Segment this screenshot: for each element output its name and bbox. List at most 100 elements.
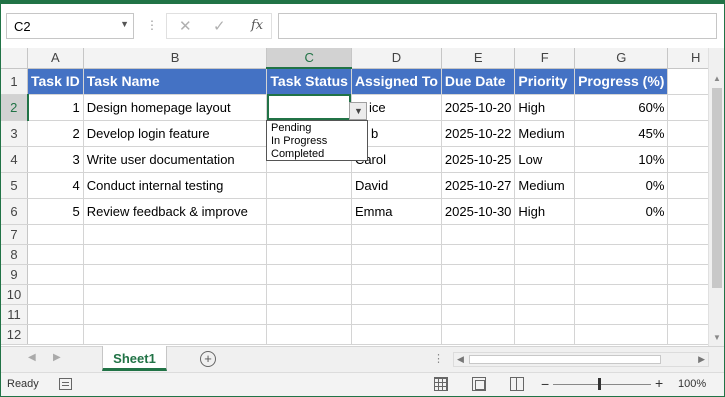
dropdown-option-in-progress[interactable]: In Progress — [271, 135, 363, 148]
cell[interactable]: Task Status — [266, 68, 352, 95]
insert-function-icon[interactable]: fx — [251, 18, 263, 33]
prev-sheet-icon[interactable]: ◀ — [28, 352, 36, 363]
cancel-icon[interactable]: ✕ — [179, 17, 192, 35]
cell[interactable]: Task ID — [27, 68, 84, 95]
column-header[interactable]: E — [441, 48, 516, 69]
row-header[interactable]: 12 — [1, 324, 28, 345]
cell[interactable] — [266, 172, 352, 199]
vertical-scrollbar[interactable]: ▲ ▼ — [708, 48, 725, 346]
horizontal-scrollbar[interactable]: ◀ ▶ — [453, 352, 709, 367]
row-header[interactable]: 11 — [1, 304, 28, 325]
page-layout-view-icon[interactable] — [472, 377, 486, 391]
cell[interactable] — [514, 304, 576, 325]
cell[interactable]: Due Date — [441, 68, 516, 95]
scroll-down-icon[interactable]: ▼ — [713, 333, 721, 342]
cell[interactable] — [83, 304, 268, 325]
cell[interactable] — [441, 264, 516, 285]
cell[interactable] — [27, 284, 84, 305]
cell[interactable]: Medium — [514, 120, 576, 147]
cell[interactable] — [266, 224, 352, 245]
cell[interactable]: Develop login feature — [83, 120, 268, 147]
cell[interactable] — [441, 324, 516, 345]
dropdown-option-completed[interactable]: Completed — [271, 148, 363, 161]
scroll-up-icon[interactable]: ▲ — [713, 74, 721, 83]
cell[interactable]: Task Name — [83, 68, 268, 95]
row-header[interactable]: 5 — [1, 172, 28, 199]
cell[interactable] — [27, 244, 84, 265]
cell[interactable] — [441, 244, 516, 265]
cell[interactable]: 5 — [27, 198, 84, 225]
cell[interactable] — [351, 244, 442, 265]
cell[interactable] — [27, 264, 84, 285]
cell[interactable] — [514, 224, 576, 245]
cell[interactable]: Emma — [351, 198, 442, 225]
column-header[interactable]: D — [351, 48, 442, 69]
cell[interactable] — [27, 324, 84, 345]
row-header[interactable]: 4 — [1, 146, 28, 173]
cell[interactable]: David — [351, 172, 442, 199]
cell[interactable] — [27, 304, 84, 325]
cell[interactable] — [83, 324, 268, 345]
cell[interactable]: 45% — [574, 120, 669, 147]
column-header-active[interactable]: C — [266, 48, 352, 69]
cell[interactable] — [266, 198, 352, 225]
cell[interactable]: 3 — [27, 146, 84, 173]
zoom-out-icon[interactable]: − — [541, 376, 549, 392]
worksheet-grid[interactable]: A B C D E F G H 1 Task ID Task Name Task… — [1, 48, 724, 346]
cell[interactable]: 2025-10-20 — [441, 94, 516, 121]
cell[interactable]: Assigned To — [351, 68, 442, 95]
cell[interactable]: 2025-10-25 — [441, 146, 516, 173]
chevron-down-icon[interactable]: ▼ — [120, 19, 129, 29]
cell[interactable]: Conduct internal testing — [83, 172, 268, 199]
column-header[interactable]: F — [514, 48, 576, 69]
cell[interactable] — [514, 324, 576, 345]
tab-splitter-grip[interactable]: ⋮ — [433, 352, 444, 365]
validation-dropdown-button[interactable]: ▼ — [349, 102, 367, 120]
scroll-right-icon[interactable]: ▶ — [698, 354, 705, 365]
row-header[interactable]: 1 — [1, 68, 28, 95]
cell[interactable] — [27, 224, 84, 245]
scroll-left-icon[interactable]: ◀ — [457, 354, 464, 365]
formula-input[interactable] — [278, 13, 717, 39]
selected-cell[interactable] — [266, 94, 352, 121]
cell[interactable]: High — [514, 198, 576, 225]
cell[interactable]: High — [514, 94, 576, 121]
scroll-thumb[interactable] — [712, 88, 722, 288]
cell[interactable] — [574, 304, 669, 325]
cell[interactable]: Review feedback & improve — [83, 198, 268, 225]
zoom-slider-track[interactable] — [553, 384, 651, 385]
hscroll-thumb[interactable] — [469, 355, 661, 364]
name-box[interactable]: C2 ▼ — [6, 13, 134, 39]
dropdown-option-pending[interactable]: Pending — [271, 122, 363, 135]
column-header[interactable]: A — [27, 48, 84, 69]
add-sheet-icon[interactable]: + — [200, 351, 216, 367]
enter-icon[interactable]: ✓ — [213, 17, 226, 35]
cell[interactable] — [574, 264, 669, 285]
cell[interactable]: Medium — [514, 172, 576, 199]
macro-recorder-icon[interactable] — [59, 378, 72, 390]
cell[interactable] — [441, 224, 516, 245]
cell[interactable] — [83, 244, 268, 265]
cell[interactable] — [574, 284, 669, 305]
row-header[interactable]: 9 — [1, 264, 28, 285]
cell[interactable] — [514, 284, 576, 305]
cell[interactable] — [351, 224, 442, 245]
zoom-level[interactable]: 100% — [678, 378, 706, 390]
cell[interactable] — [441, 304, 516, 325]
normal-view-icon[interactable] — [434, 377, 448, 391]
cell[interactable] — [266, 324, 352, 345]
tab-sheet1[interactable]: Sheet1 — [102, 346, 167, 371]
cell[interactable]: Design homepage layout — [83, 94, 268, 121]
page-break-view-icon[interactable] — [510, 377, 524, 391]
row-header[interactable]: 10 — [1, 284, 28, 305]
cell[interactable] — [514, 244, 576, 265]
cell[interactable] — [83, 264, 268, 285]
cell[interactable]: 4 — [27, 172, 84, 199]
row-header[interactable]: 7 — [1, 224, 28, 245]
cell[interactable] — [266, 304, 352, 325]
cell[interactable]: Priority — [514, 68, 576, 95]
row-header[interactable]: 3 — [1, 120, 28, 147]
select-all-corner[interactable] — [1, 48, 28, 69]
cell[interactable] — [441, 284, 516, 305]
cell[interactable]: Write user documentation — [83, 146, 268, 173]
